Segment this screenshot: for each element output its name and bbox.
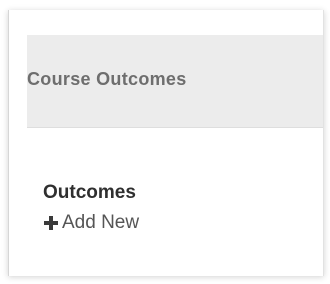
outcomes-section-title: Outcomes — [43, 182, 136, 203]
add-new-outcome-button[interactable]: Add New — [43, 212, 139, 234]
header-divider — [27, 127, 323, 128]
panel-header: Course Outcomes — [27, 35, 323, 127]
page-title: Course Outcomes — [27, 69, 187, 89]
plus-icon — [43, 215, 59, 231]
panel: Course Outcomes Outcomes Add New — [8, 10, 324, 276]
add-new-label: Add New — [62, 212, 140, 233]
